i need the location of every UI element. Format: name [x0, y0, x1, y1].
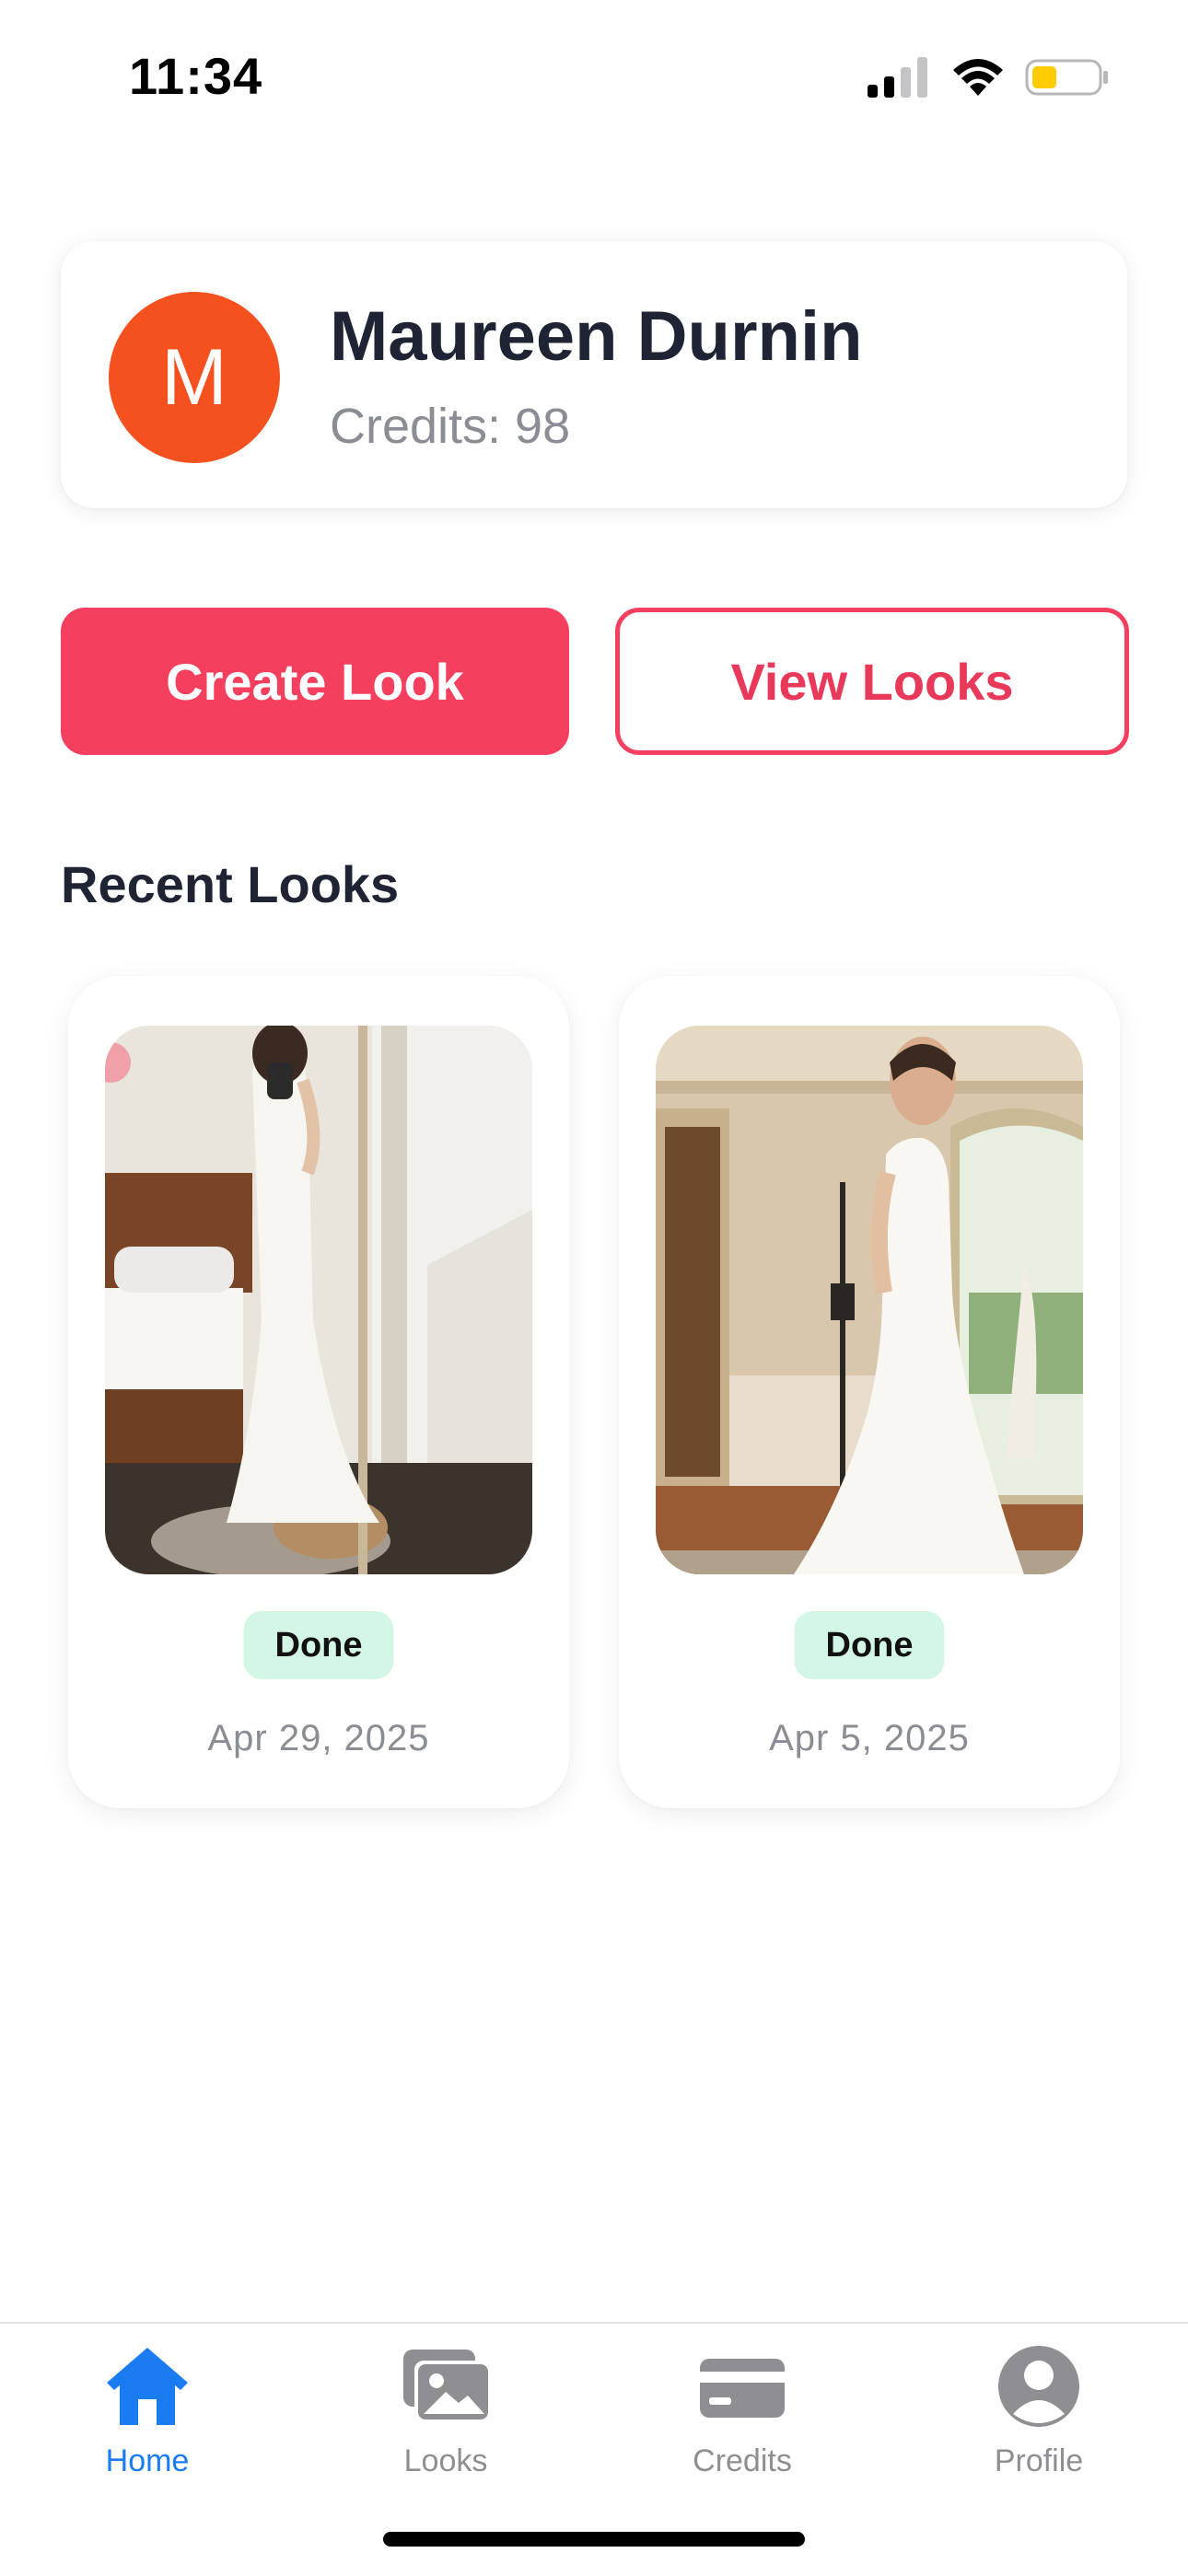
tab-credits[interactable]: Credits	[650, 2340, 834, 2488]
status-time: 11:34	[129, 47, 263, 105]
profile-name: Maureen Durnin	[330, 297, 863, 376]
tab-profile[interactable]: Profile	[947, 2340, 1131, 2488]
look-date: Apr 29, 2025	[207, 1718, 430, 1758]
look-card[interactable]: Done Apr 29, 2025	[68, 976, 569, 1808]
profile-card: M Maureen Durnin Credits: 98	[61, 241, 1127, 508]
recent-looks-heading: Recent Looks	[61, 855, 400, 913]
photos-icon	[403, 2350, 490, 2421]
status-badge: Done	[243, 1611, 394, 1679]
cellular-signal-icon	[868, 57, 927, 98]
bride-dress-photo-icon	[656, 1026, 1083, 1574]
look-card[interactable]: Done Apr 5, 2025	[619, 976, 1120, 1808]
wifi-icon	[953, 59, 1003, 96]
view-looks-button[interactable]: View Looks	[615, 608, 1129, 755]
bride-dress-photo-icon	[105, 1026, 532, 1574]
tab-label: Looks	[403, 2443, 488, 2478]
tab-label: Credits	[693, 2443, 792, 2478]
credits-balance: Credits: 98	[330, 399, 571, 454]
look-date: Apr 5, 2025	[769, 1718, 970, 1758]
status-badge: Done	[794, 1611, 945, 1679]
look-thumbnail[interactable]	[105, 1026, 532, 1574]
look-thumbnail[interactable]	[656, 1026, 1083, 1574]
create-look-button[interactable]: Create Look	[61, 608, 569, 755]
tab-home[interactable]: Home	[55, 2340, 239, 2488]
avatar: M	[109, 292, 280, 463]
battery-low-icon	[1025, 59, 1108, 96]
tab-label: Profile	[994, 2443, 1084, 2478]
person-circle-icon	[998, 2346, 1079, 2427]
tab-looks[interactable]: Looks	[354, 2340, 538, 2488]
status-bar: 11:34	[0, 0, 1188, 147]
tab-label: Home	[105, 2443, 190, 2478]
home-icon	[107, 2348, 188, 2425]
home-indicator[interactable]	[383, 2532, 805, 2547]
credit-card-icon	[700, 2359, 785, 2418]
